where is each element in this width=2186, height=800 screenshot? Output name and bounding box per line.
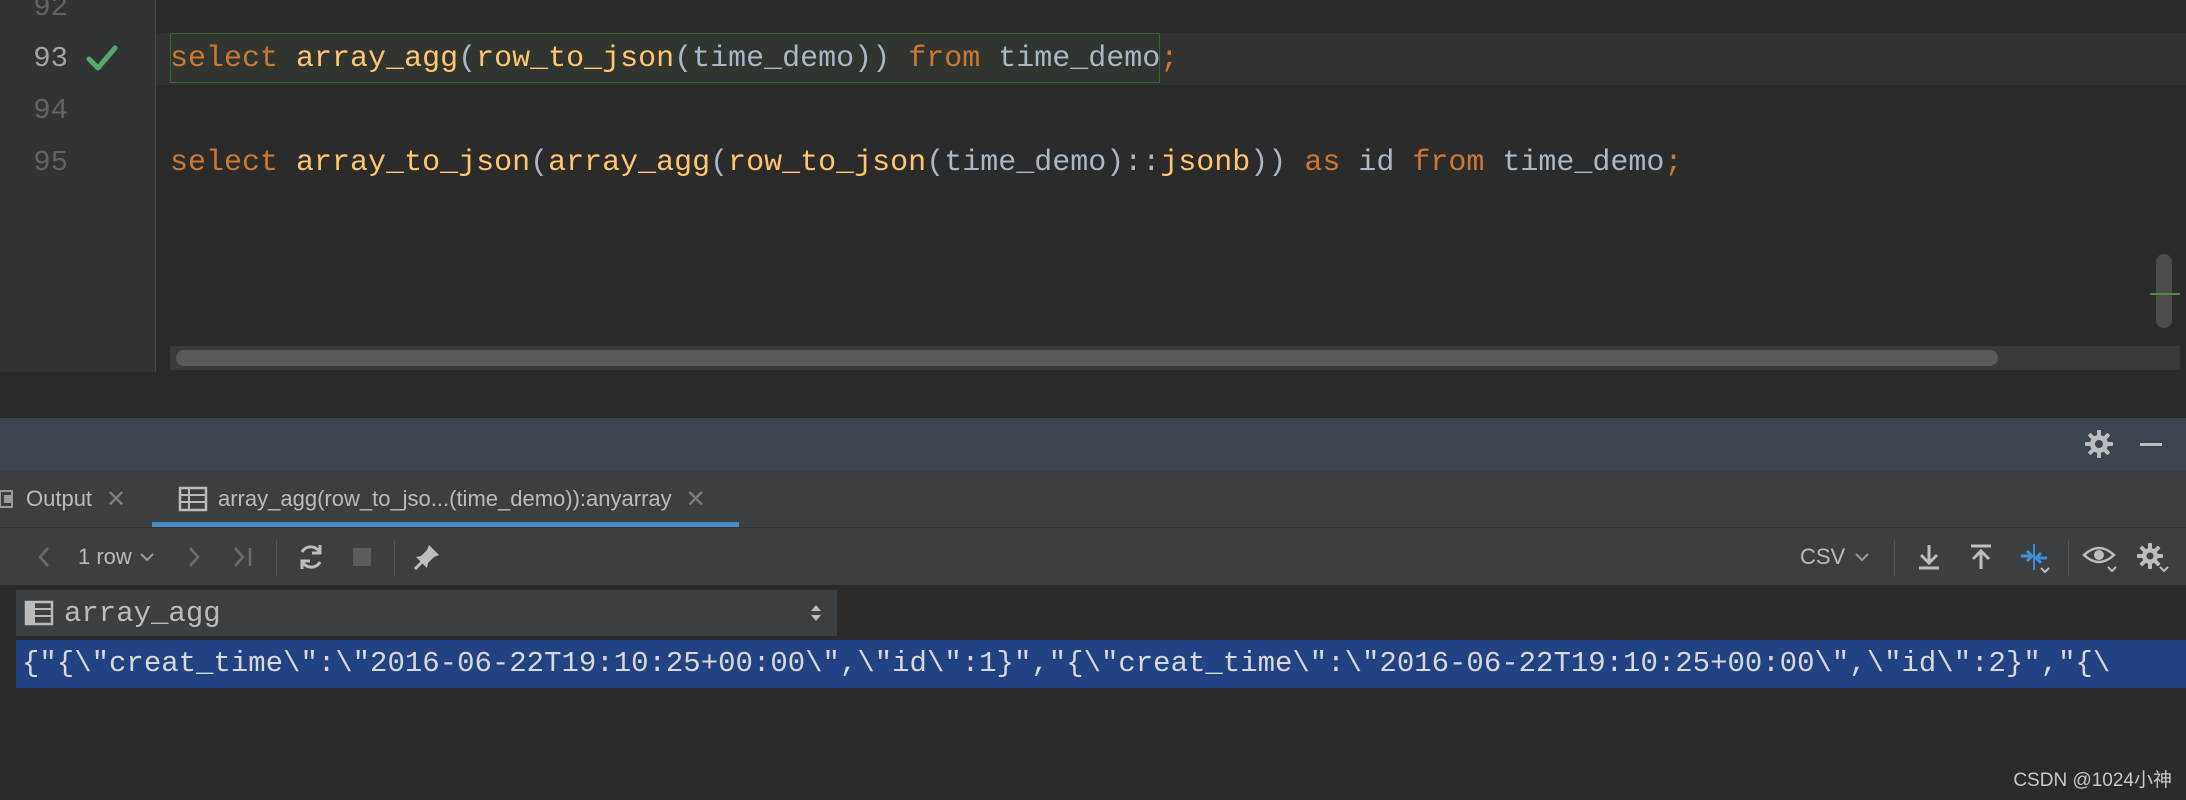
paren: ))	[1250, 146, 1287, 180]
alias: id	[1358, 146, 1395, 180]
settings-icon[interactable]	[2132, 538, 2172, 576]
semicolon: ;	[1664, 146, 1683, 180]
function-name: row_to_json	[476, 42, 675, 76]
view-icon[interactable]	[2080, 538, 2120, 576]
tab-result-label: array_agg(row_to_jso...(time_demo)):anya…	[218, 486, 672, 511]
chevron-down-icon	[1855, 553, 1869, 562]
tab-result[interactable]: array_agg(row_to_jso...(time_demo)):anya…	[154, 470, 739, 528]
paren: (	[458, 42, 477, 76]
line-number: 93	[33, 42, 68, 75]
keyword: from	[1412, 146, 1485, 180]
toolbar-separator	[276, 540, 277, 576]
type-name: jsonb	[1160, 146, 1251, 180]
stop-icon[interactable]	[346, 538, 378, 576]
keyword: select	[170, 146, 279, 180]
row-count-dropdown[interactable]: 1 row	[78, 538, 156, 576]
argument: (time_demo)	[926, 146, 1125, 180]
table-name: time_demo	[1502, 146, 1665, 180]
function-name: array_agg	[296, 42, 459, 76]
line-number: 95	[33, 146, 68, 179]
toolbar-separator	[2068, 540, 2069, 576]
editor-left-strip	[0, 0, 22, 372]
minimize-icon[interactable]	[2134, 427, 2168, 461]
pin-icon[interactable]	[408, 538, 446, 576]
keyword: select	[170, 42, 279, 76]
semicolon: ;	[1160, 42, 1179, 76]
grid-row-gutter	[0, 586, 16, 800]
argument: (time_demo)	[674, 42, 873, 76]
upload-icon[interactable]	[1962, 538, 2000, 576]
tab-output-label: Output	[26, 486, 93, 511]
function-name: array_agg	[548, 146, 711, 180]
watermark: CSDN @1024小神	[2013, 770, 2172, 791]
column-icon	[24, 600, 54, 626]
close-icon[interactable]: ✕	[686, 485, 706, 514]
sql-editor[interactable]: 92 93 94 95 select array_agg(row_to_json…	[0, 0, 2186, 418]
line-number-gutter: 92 93 94 95	[22, 0, 156, 372]
paren: (	[710, 146, 729, 180]
next-icon[interactable]	[180, 538, 208, 576]
export-format-dropdown[interactable]: CSV	[1800, 538, 1871, 576]
table-name: time_demo	[998, 42, 1161, 76]
download-icon[interactable]	[1910, 538, 1948, 576]
output-icon	[0, 490, 13, 508]
cast-operator: ::	[1124, 146, 1161, 180]
gear-icon[interactable]	[2082, 427, 2116, 461]
prev-icon[interactable]	[30, 538, 58, 576]
table-row[interactable]: {"{\"creat_time\":\"2016-06-22T19:10:25+…	[16, 640, 2186, 688]
column-header-label: array_agg	[64, 596, 221, 630]
toolbar-separator	[394, 540, 395, 576]
code-line-93[interactable]: select array_agg(row_to_json(time_demo))…	[170, 33, 1178, 85]
services-panel-header	[0, 418, 2186, 470]
check-icon[interactable]	[84, 40, 120, 76]
sort-icon[interactable]	[809, 602, 823, 624]
active-tab-indicator	[152, 522, 739, 527]
export-format-label: CSV	[1800, 544, 1846, 569]
compare-icon[interactable]	[2014, 538, 2054, 576]
line-number: 92	[33, 0, 68, 24]
result-tabs: Output ✕ array_agg(row_to_jso...(time_de…	[0, 470, 2186, 528]
table-icon	[178, 486, 208, 512]
horizontal-scrollbar-thumb[interactable]	[176, 350, 1998, 366]
column-header[interactable]: array_agg	[16, 590, 838, 636]
paren: (	[530, 146, 549, 180]
paren: )	[872, 42, 891, 76]
vertical-scrollbar-thumb[interactable]	[2156, 254, 2172, 328]
line-number: 94	[33, 94, 68, 127]
code-line-95[interactable]: select array_to_json(array_agg(row_to_js…	[170, 137, 1682, 189]
scroll-marker	[2150, 293, 2180, 295]
tab-output[interactable]: Output ✕	[0, 470, 126, 528]
keyword: from	[908, 42, 981, 76]
last-icon[interactable]	[228, 538, 258, 576]
close-icon[interactable]: ✕	[106, 485, 126, 514]
function-name: array_to_json	[296, 146, 531, 180]
function-name: row_to_json	[728, 146, 927, 180]
toolbar-separator	[1894, 540, 1895, 576]
keyword: as	[1304, 146, 1341, 180]
result-toolbar: 1 row CSV	[0, 528, 2186, 586]
row-count-label: 1 row	[78, 544, 132, 569]
refresh-icon[interactable]	[292, 538, 330, 576]
chevron-down-icon	[140, 553, 154, 562]
